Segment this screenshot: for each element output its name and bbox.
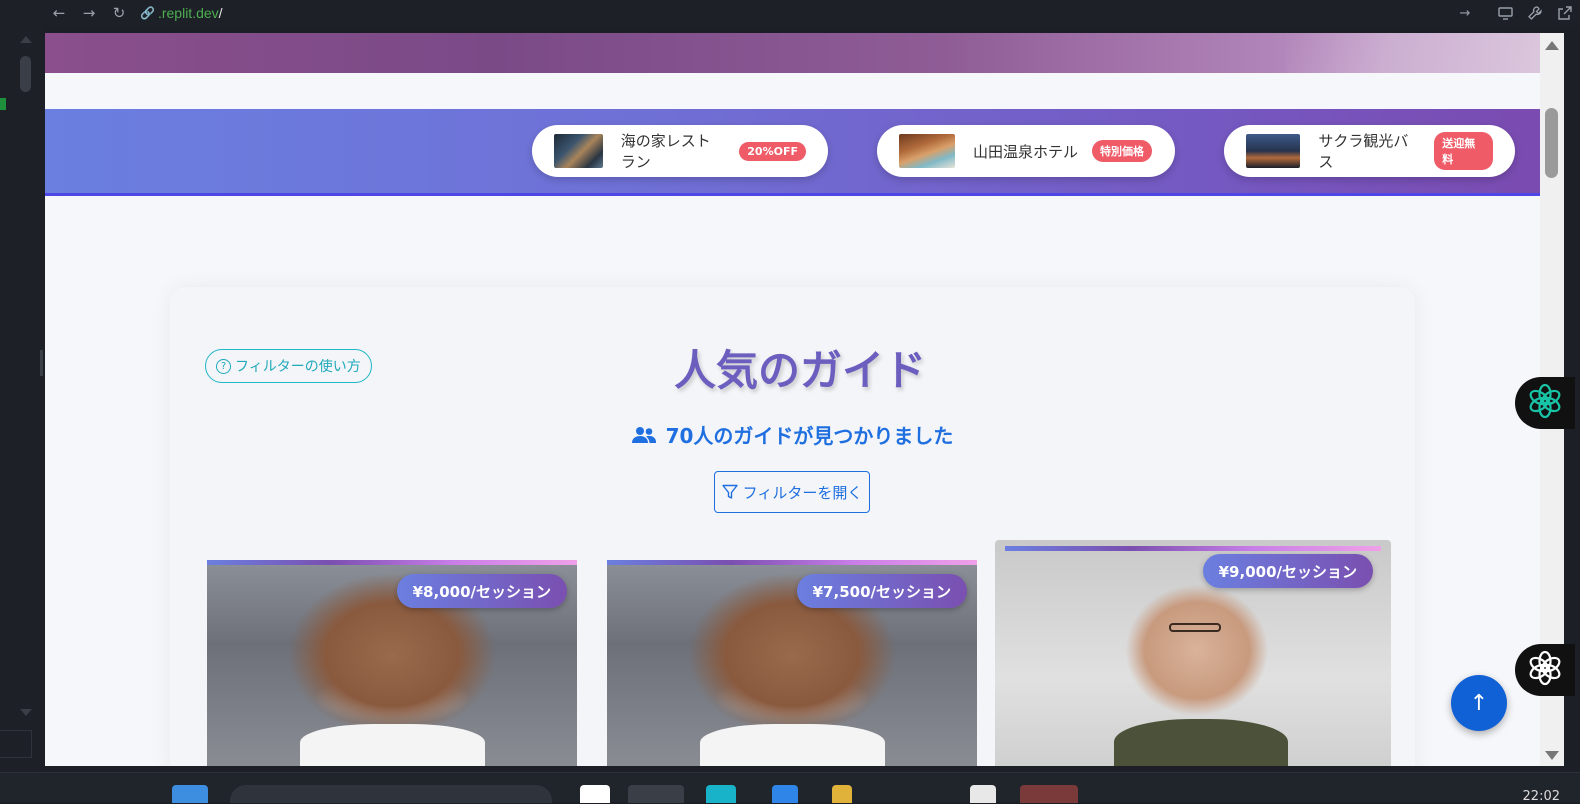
- promo-name: 山田温泉ホテル: [973, 142, 1079, 161]
- reload-button[interactable]: ↻: [104, 0, 134, 26]
- taskbar-search[interactable]: [230, 785, 552, 803]
- promo-badge: 特別価格: [1092, 140, 1153, 162]
- taskbar-app-icon[interactable]: [706, 785, 736, 803]
- filter-funnel-icon: [721, 484, 738, 500]
- scroll-to-top-button[interactable]: ↑: [1451, 675, 1507, 731]
- promo-card-hotel[interactable]: 山田温泉ホテル 特別価格: [877, 125, 1175, 177]
- devices-icon[interactable]: [1490, 0, 1520, 26]
- toolbar-actions: →: [1450, 0, 1580, 26]
- url-path: /: [218, 5, 223, 21]
- open-filter-button[interactable]: フィルターを開く: [714, 471, 870, 513]
- promo-name: 海の家レストラン: [620, 132, 711, 171]
- forward-button[interactable]: →: [74, 0, 104, 26]
- promo-thumbnail: [554, 134, 603, 168]
- address-bar[interactable]: 🔗 .replit.dev /: [140, 5, 223, 21]
- os-taskbar: 22:02: [0, 772, 1580, 804]
- promo-badge: 20%OFF: [739, 141, 806, 161]
- card-accent-line: [607, 560, 977, 565]
- promo-card-restaurant[interactable]: 海の家レストラン 20%OFF: [532, 125, 828, 177]
- card-accent-line: [207, 560, 577, 565]
- guide-card[interactable]: ¥8,000/セッション: [207, 560, 577, 766]
- arrow-up-icon: ↑: [1469, 690, 1489, 716]
- taskbar-app-icon[interactable]: [772, 785, 798, 803]
- start-icon[interactable]: [172, 785, 208, 803]
- reload-icon: ↻: [112, 4, 126, 22]
- link-icon: 🔗: [140, 6, 155, 20]
- scroll-down-arrow-icon[interactable]: [1545, 751, 1559, 760]
- price-tag: ¥9,000/セッション: [1202, 554, 1373, 588]
- input-box[interactable]: [0, 730, 32, 758]
- page-title: 人気のガイド: [673, 346, 926, 395]
- promo-badge: 送迎無料: [1434, 132, 1493, 170]
- guide-count-text: 70人のガイドが見つかりました: [665, 424, 954, 448]
- external-link-icon[interactable]: [1550, 0, 1580, 26]
- guide-photo: [299, 723, 485, 766]
- taskbar-app-icon[interactable]: [580, 785, 610, 803]
- left-scrollbar[interactable]: [18, 36, 32, 716]
- promo-card-bus[interactable]: サクラ観光バス 送迎無料: [1224, 125, 1515, 177]
- open-arrow-icon[interactable]: →: [1450, 0, 1480, 26]
- guide-card[interactable]: ¥7,500/セッション: [607, 560, 977, 766]
- ai-chat-button[interactable]: [1515, 644, 1575, 696]
- ai-flower-icon: [1527, 650, 1563, 690]
- resize-handle[interactable]: [40, 350, 43, 376]
- back-button[interactable]: ←: [44, 0, 74, 26]
- guide-photo: [1169, 622, 1221, 632]
- taskbar-app-icon[interactable]: [970, 785, 996, 803]
- guide-card-hovered[interactable]: ¥9,000/セッション: [995, 540, 1391, 766]
- ai-flower-icon: [1527, 383, 1563, 423]
- taskbar-app-line[interactable]: [1020, 785, 1078, 803]
- status-indicator: [0, 98, 6, 110]
- url-host: .replit.dev: [157, 5, 219, 21]
- arrow-right-icon: →: [82, 4, 96, 22]
- promo-name: サクラ観光バス: [1318, 132, 1409, 171]
- hero-banner-image: [45, 33, 1540, 73]
- taskbar-app-chrome[interactable]: [628, 785, 684, 803]
- page-viewport: 海の家レストラン 20%OFF 山田温泉ホテル 特別価格 サクラ観光バス 送迎無…: [45, 33, 1540, 766]
- browser-toolbar: ← → ↻ 🔗 .replit.dev / →: [44, 0, 1580, 26]
- price-tag: ¥8,000/セッション: [396, 574, 567, 608]
- open-filter-label: フィルターを開く: [742, 483, 863, 502]
- taskbar-app-icon[interactable]: [832, 785, 852, 803]
- promo-thumbnail: [899, 134, 955, 168]
- scrollbar-thumb[interactable]: [1545, 108, 1558, 178]
- scrollbar-thumb[interactable]: [20, 56, 31, 92]
- guide-photo: [699, 723, 885, 766]
- users-icon: [631, 426, 656, 444]
- wrench-icon[interactable]: [1520, 0, 1550, 26]
- promo-thumbnail: [1246, 134, 1301, 168]
- guide-photo-shirt: [1113, 719, 1289, 766]
- card-accent-line: [1005, 546, 1381, 551]
- left-panel: [0, 0, 44, 772]
- scroll-down-arrow-icon[interactable]: [20, 709, 32, 716]
- price-tag: ¥7,500/セッション: [796, 574, 967, 608]
- arrow-left-icon: ←: [52, 4, 66, 22]
- scroll-up-arrow-icon[interactable]: [20, 36, 32, 43]
- ai-assistant-button[interactable]: [1515, 377, 1575, 429]
- scroll-up-arrow-icon[interactable]: [1545, 41, 1559, 50]
- promo-band: 海の家レストラン 20%OFF 山田温泉ホテル 特別価格 サクラ観光バス 送迎無…: [45, 109, 1540, 196]
- guide-count: 70人のガイドが見つかりました: [170, 420, 1415, 449]
